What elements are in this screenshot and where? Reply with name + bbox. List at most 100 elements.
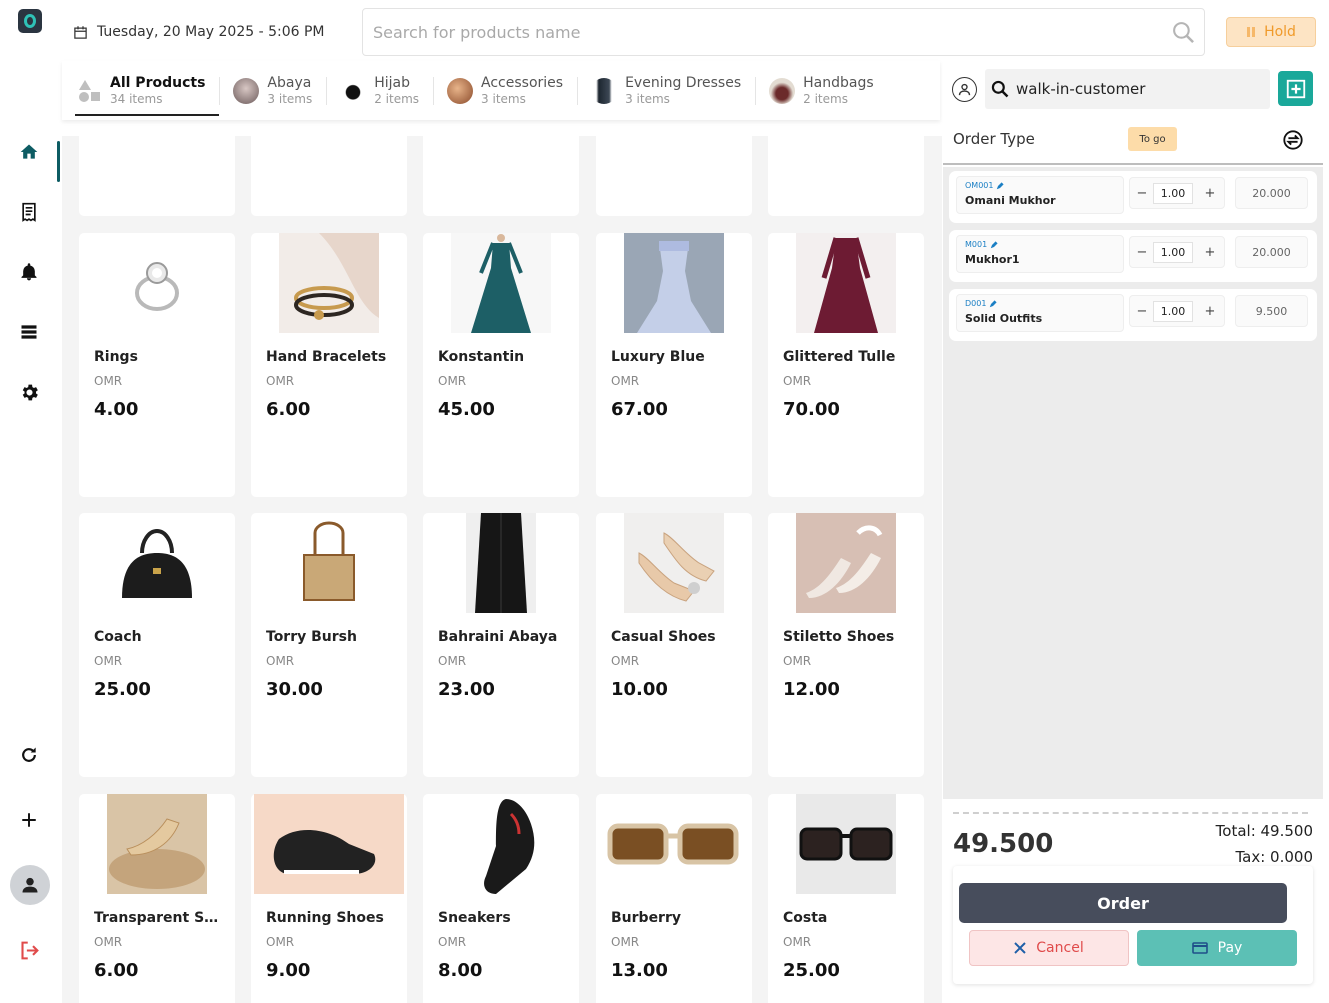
pencil-icon[interactable] [990, 240, 998, 249]
search-icon[interactable] [1171, 20, 1196, 45]
order-line-price[interactable]: 20.000 [1235, 236, 1308, 268]
decrement-button[interactable]: − [1132, 242, 1152, 262]
product-card-rings[interactable]: Rings OMR 4.00 [79, 233, 235, 497]
product-card-sneakers[interactable]: Sneakers OMR 8.00 [423, 794, 579, 1003]
product-name: Transparent Shoes [94, 910, 228, 926]
order-line-code-text: M001 [965, 240, 988, 249]
product-card-partial[interactable] [423, 136, 579, 216]
category-tab-handbags[interactable]: Handbags 2 items [755, 61, 888, 120]
product-card-partial[interactable] [768, 136, 924, 216]
hold-button[interactable]: Hold [1226, 17, 1316, 47]
bell-icon[interactable] [17, 260, 41, 284]
add-customer-button[interactable] [1278, 71, 1313, 106]
handbag-icon [279, 513, 379, 613]
order-line-price[interactable]: 20.000 [1235, 177, 1308, 209]
search-icon [990, 79, 1010, 99]
order-panel: walk-in-customer Order Type To go OM001 … [943, 61, 1323, 1003]
order-line-name: Mukhor1 [965, 253, 1020, 266]
product-card-coach[interactable]: Coach OMR 25.00 [79, 513, 235, 777]
pencil-icon[interactable] [996, 181, 1005, 190]
product-card-hand-bracelets[interactable]: Hand Bracelets OMR 6.00 [251, 233, 407, 497]
category-label: Handbags [803, 74, 874, 91]
order-line-name: Solid Outfits [965, 312, 1043, 325]
dress-icon [451, 233, 551, 333]
product-currency: OMR [266, 935, 295, 949]
product-card-konstantin[interactable]: Konstantin OMR 45.00 [423, 233, 579, 497]
category-tab-accessories[interactable]: Accessories 3 items [433, 61, 577, 120]
total-text: Total: 49.500 [1215, 822, 1313, 840]
user-avatar-icon[interactable] [10, 865, 50, 905]
order-lines: OM001 Omani Mukhor − 1.00 + 20.000 M001 … [943, 167, 1323, 799]
product-price: 70.00 [783, 399, 840, 420]
product-card-burberry[interactable]: Burberry OMR 13.00 [596, 794, 752, 1003]
product-card-costa[interactable]: Costa OMR 25.00 [768, 794, 924, 1003]
quantity-value[interactable]: 1.00 [1153, 242, 1193, 263]
product-card-partial[interactable] [79, 136, 235, 216]
decrement-button[interactable]: − [1132, 301, 1152, 321]
refresh-icon[interactable] [17, 743, 41, 767]
product-currency: OMR [94, 935, 123, 949]
product-card-running-shoes[interactable]: Running Shoes OMR 9.00 [251, 794, 407, 1003]
order-button[interactable]: Order [959, 883, 1287, 923]
product-search-input[interactable] [363, 9, 1143, 55]
category-count: 3 items [481, 91, 526, 106]
decrement-button[interactable]: − [1132, 183, 1152, 203]
list-icon[interactable] [17, 320, 41, 344]
user-circle-icon[interactable] [952, 77, 977, 102]
product-card-transparent-shoes[interactable]: Transparent Shoes OMR 6.00 [79, 794, 235, 1003]
order-line-code[interactable]: OM001 [965, 181, 1005, 190]
category-label: Accessories [481, 74, 564, 91]
calendar-icon [73, 25, 88, 40]
order-type-row: Order Type To go [943, 119, 1323, 165]
abaya-icon [451, 513, 551, 613]
product-name: Bahraini Abaya [438, 629, 558, 645]
product-price: 8.00 [438, 960, 483, 981]
plus-icon[interactable] [17, 808, 41, 832]
increment-button[interactable]: + [1200, 301, 1220, 321]
product-name: Sneakers [438, 910, 511, 926]
order-type-label: Order Type [953, 130, 1035, 148]
product-card-glittered-tulle[interactable]: Glittered Tulle OMR 70.00 [768, 233, 924, 497]
product-card-stiletto-shoes[interactable]: Stiletto Shoes OMR 12.00 [768, 513, 924, 777]
category-tab-evening-dresses[interactable]: Evening Dresses 3 items [577, 61, 755, 120]
category-tab-hijab[interactable]: Hijab 2 items [326, 61, 433, 120]
order-line-info: OM001 Omani Mukhor [956, 176, 1124, 214]
product-card-luxury-blue[interactable]: Luxury Blue OMR 67.00 [596, 233, 752, 497]
order-line-code[interactable]: D001 [965, 299, 998, 308]
product-currency: OMR [94, 654, 123, 668]
cancel-button[interactable]: Cancel [969, 930, 1129, 966]
order-line[interactable]: M001 Mukhor1 − 1.00 + 20.000 [949, 230, 1317, 282]
handbag-icon [107, 513, 207, 613]
category-count: 2 items [374, 91, 420, 106]
increment-button[interactable]: + [1200, 242, 1220, 262]
category-tab-abaya[interactable]: Abaya 3 items [219, 61, 326, 120]
shapes-icon [76, 78, 102, 104]
order-line-code[interactable]: M001 [965, 240, 998, 249]
product-card-partial[interactable] [596, 136, 752, 216]
quantity-value[interactable]: 1.00 [1153, 183, 1193, 204]
increment-button[interactable]: + [1200, 183, 1220, 203]
pencil-icon[interactable] [989, 299, 998, 308]
category-count: 3 items [267, 91, 313, 106]
order-line[interactable]: D001 Solid Outfits − 1.00 + 9.500 [949, 289, 1317, 341]
product-price: 9.00 [266, 960, 311, 981]
product-card-bahraini-abaya[interactable]: Bahraini Abaya OMR 23.00 [423, 513, 579, 777]
customer-search-field[interactable]: walk-in-customer [985, 69, 1270, 109]
order-line-price[interactable]: 9.500 [1235, 295, 1308, 327]
receipt-icon[interactable] [17, 200, 41, 224]
product-name: Coach [94, 629, 142, 645]
product-currency: OMR [94, 374, 123, 388]
pay-button[interactable]: Pay [1137, 930, 1297, 966]
logout-icon[interactable] [17, 938, 41, 962]
home-icon[interactable] [17, 140, 41, 164]
product-card-partial[interactable] [251, 136, 407, 216]
category-tab-all-products[interactable]: All Products 34 items [62, 61, 220, 120]
gear-icon[interactable] [17, 380, 41, 404]
swap-icon[interactable] [1282, 129, 1304, 151]
order-line[interactable]: OM001 Omani Mukhor − 1.00 + 20.000 [949, 171, 1317, 223]
product-card-casual-shoes[interactable]: Casual Shoes OMR 10.00 [596, 513, 752, 777]
product-card-torry-bursh[interactable]: Torry Bursh OMR 30.00 [251, 513, 407, 777]
sneaker-icon [451, 794, 551, 894]
order-type-badge[interactable]: To go [1128, 127, 1177, 151]
quantity-value[interactable]: 1.00 [1153, 301, 1193, 322]
